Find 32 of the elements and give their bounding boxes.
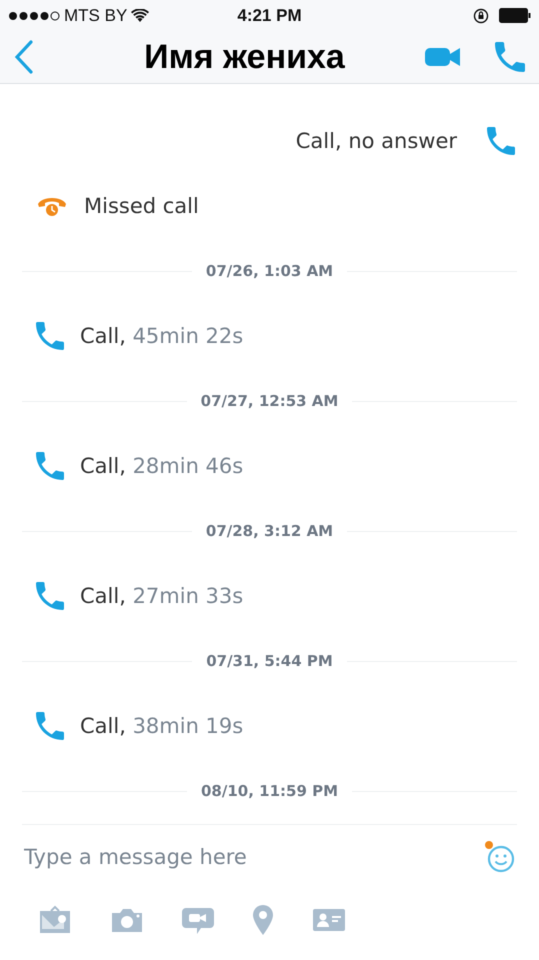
phone-icon xyxy=(487,127,515,156)
call-message: Call, 38min 19s xyxy=(80,714,244,738)
phone-icon xyxy=(36,452,64,480)
camera-icon[interactable] xyxy=(110,907,144,934)
call-message: Call, no answer xyxy=(296,129,457,154)
gallery-icon[interactable] xyxy=(38,905,72,936)
phone-icon xyxy=(36,322,64,350)
date-separator: 07/31, 5:44 PM xyxy=(206,652,333,670)
date-separator: 07/26, 1:03 AM xyxy=(206,262,334,280)
call-message: Call, 45min 22s xyxy=(80,324,244,348)
date-separator: 07/28, 3:12 AM xyxy=(206,522,334,540)
carrier-name: MTS BY xyxy=(64,6,128,26)
location-pin-icon[interactable] xyxy=(252,904,274,936)
phone-icon xyxy=(36,582,64,610)
contact-card-icon[interactable] xyxy=(312,908,346,932)
call-message: Call, 27min 33s xyxy=(80,584,244,608)
video-call-button[interactable] xyxy=(425,46,461,68)
message-input[interactable]: Type a message here xyxy=(22,844,483,870)
rotation-lock-icon xyxy=(472,8,489,24)
wifi-icon xyxy=(131,8,150,23)
phone-icon xyxy=(36,712,64,740)
call-message: Missed call xyxy=(84,194,199,218)
back-button[interactable] xyxy=(14,40,34,74)
emoji-icon[interactable] xyxy=(483,840,517,874)
date-separator: 08/10, 11:59 PM xyxy=(200,782,338,800)
signal-icon xyxy=(8,10,60,21)
contact-name: Имя жениха xyxy=(143,38,346,77)
date-separator: 07/27, 12:53 AM xyxy=(200,392,338,410)
call-message: Call, 28min 46s xyxy=(80,454,244,478)
call-button[interactable] xyxy=(495,42,525,72)
battery-icon xyxy=(498,8,531,24)
status-time: 4:21 PM xyxy=(236,6,303,26)
